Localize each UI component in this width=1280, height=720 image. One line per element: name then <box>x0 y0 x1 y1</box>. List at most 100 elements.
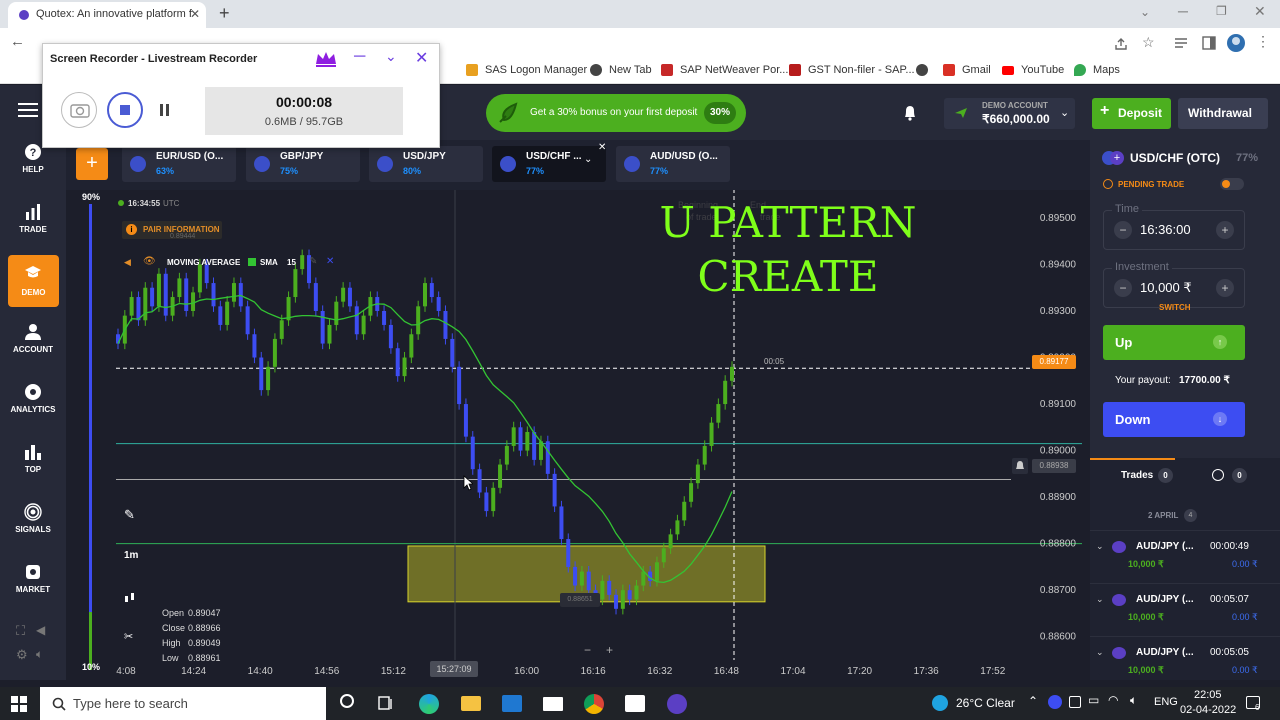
sidebar-item-demo[interactable]: DEMO <box>8 255 59 307</box>
recorder-minimize-icon[interactable]: ─ <box>354 48 365 66</box>
browser-tab[interactable]: Quotex: An innovative platform f ✕ <box>8 2 206 28</box>
settings-gear-icon[interactable]: ⚙ <box>16 647 28 663</box>
chevron-down-icon[interactable]: ⌄ <box>1096 541 1104 552</box>
taskbar-clock-date[interactable]: 02-04-2022 <box>1180 704 1236 716</box>
battery-icon[interactable]: ▭ <box>1088 693 1099 707</box>
crown-icon[interactable] <box>314 50 338 68</box>
chrome-icon[interactable] <box>584 694 604 714</box>
indicator-collapse-icon[interactable]: ◀ <box>124 257 131 268</box>
windows-start-icon[interactable] <box>11 696 27 712</box>
tab-search-icon[interactable]: ⌄ <box>1140 5 1150 19</box>
switch-currency-link[interactable]: SWITCH <box>1159 303 1191 312</box>
drawing-tools-icon[interactable]: ✂ <box>124 630 133 643</box>
recorder-close-icon[interactable]: ✕ <box>415 48 428 68</box>
chevron-down-icon[interactable]: ⌄ <box>1096 647 1104 658</box>
add-asset-button[interactable]: + <box>76 148 108 180</box>
asset-tab-gbpjpy[interactable]: GBP/JPY 75% <box>246 146 360 182</box>
bonus-banner[interactable]: Get a 30% bonus on your first deposit 30… <box>486 94 746 132</box>
trade-row[interactable]: ⌄ AUD/JPY (... 00:05:05 10,000 ₹ 0.00 ₹ <box>1090 636 1280 680</box>
notification-bell-icon[interactable] <box>903 105 917 121</box>
photos-icon[interactable] <box>625 695 645 712</box>
close-tab-icon[interactable]: ✕ <box>190 7 200 21</box>
up-button[interactable]: Up ↑ <box>1103 325 1245 360</box>
taskbar-search-box[interactable]: Type here to search <box>40 687 326 720</box>
sidebar-item-help[interactable]: ? HELP <box>0 143 66 199</box>
task-view-icon[interactable] <box>378 696 394 710</box>
sidebar-item-analytics[interactable]: ANALYTICS <box>0 383 66 439</box>
bookmark-star-icon[interactable]: ☆ <box>1142 34 1155 51</box>
close-window-icon[interactable]: ✕ <box>1254 3 1266 20</box>
selected-asset-name[interactable]: USD/CHF (OTC) <box>1130 151 1220 165</box>
sidebar-item-signals[interactable]: SIGNALS <box>0 503 66 559</box>
profile-avatar[interactable] <box>1226 33 1246 53</box>
file-explorer-icon[interactable] <box>461 696 481 711</box>
screenshot-button[interactable] <box>61 92 97 128</box>
chart-zoom-out-button[interactable]: − <box>584 643 591 657</box>
input-language[interactable]: ENG <box>1154 696 1178 708</box>
price-alert-bell-icon[interactable] <box>1012 458 1028 474</box>
down-button[interactable]: Down ↓ <box>1103 402 1245 437</box>
sidebar-item-market[interactable]: MARKET <box>0 563 66 619</box>
new-tab-button[interactable]: + <box>219 3 230 24</box>
bookmark-sas[interactable]: SAS Logon Manager <box>485 64 587 76</box>
investment-field[interactable]: Investment − 10,000 ₹ + <box>1103 261 1245 308</box>
weather-text[interactable]: 26°C Clear <box>956 696 1015 710</box>
trades-tab-label[interactable]: Trades <box>1121 470 1153 481</box>
recorder-collapse-icon[interactable]: ⌄ <box>385 48 397 65</box>
store-icon[interactable] <box>502 695 522 712</box>
stop-recording-button[interactable] <box>107 92 143 128</box>
recorder-taskbar-icon[interactable] <box>667 694 687 714</box>
bookmark-gmail[interactable]: Gmail <box>962 64 991 76</box>
timeframe-selector[interactable]: 1m <box>124 550 138 561</box>
bookmark-gst[interactable]: GST Non-filer - SAP... <box>808 64 915 76</box>
zoom-slider-track[interactable] <box>89 204 92 612</box>
account-switcher[interactable]: DEMO ACCOUNT ₹660,000.00 ⌄ <box>944 98 1075 129</box>
withdrawal-button[interactable]: Withdrawal <box>1178 98 1268 129</box>
asset-tab-eurusd[interactable]: EUR/USD (O... 63% <box>122 146 236 182</box>
pencil-draw-icon[interactable]: ✎ <box>124 507 135 523</box>
sidebar-item-account[interactable]: ACCOUNT <box>0 323 66 379</box>
volume-icon[interactable]: 🔈︎ <box>1130 693 1137 708</box>
tray-chevron-up-icon[interactable]: ⌃ <box>1028 694 1038 708</box>
trade-row[interactable]: ⌄ AUD/JPY (... 00:00:49 10,000 ₹ 0.00 ₹ <box>1090 530 1280 582</box>
investment-decrease-button[interactable]: − <box>1114 279 1132 297</box>
sidepanel-icon[interactable] <box>1202 36 1216 50</box>
time-decrease-button[interactable]: − <box>1114 221 1132 239</box>
maximize-window-icon[interactable]: ❐ <box>1216 4 1227 18</box>
wifi-icon[interactable]: ◠ <box>1108 693 1118 707</box>
sidebar-item-trade[interactable]: TRADE <box>0 203 66 259</box>
eye-icon[interactable]: 👁︎ <box>143 256 156 267</box>
share-icon[interactable] <box>1114 37 1128 51</box>
time-field[interactable]: Time − 16:36:00 + <box>1103 203 1245 250</box>
hamburger-menu-icon[interactable] <box>18 103 38 105</box>
bookmark-new-tab[interactable]: New Tab <box>609 64 652 76</box>
chevron-down-icon[interactable]: ⌄ <box>584 154 592 165</box>
asset-tab-usdchf[interactable]: USD/CHF ... 77% ⌄ ✕ <box>492 142 606 182</box>
bookmark-sap-netweaver[interactable]: SAP NetWeaver Por... <box>680 64 788 76</box>
minimize-window-icon[interactable]: ─ <box>1178 3 1188 19</box>
chart-zoom-in-button[interactable]: + <box>606 643 613 657</box>
weather-icon[interactable] <box>932 695 948 711</box>
tray-device-icon[interactable] <box>1069 696 1081 708</box>
bookmark-youtube[interactable]: YouTube <box>1021 64 1064 76</box>
investment-increase-button[interactable]: + <box>1216 279 1234 297</box>
close-asset-tab-icon[interactable]: ✕ <box>598 142 606 153</box>
asset-tab-audusd[interactable]: AUD/USD (O... 77% <box>616 146 730 182</box>
time-increase-button[interactable]: + <box>1216 221 1234 239</box>
mail-icon[interactable] <box>543 697 563 711</box>
edit-indicator-icon[interactable]: ✎ <box>309 256 317 267</box>
fullscreen-icon[interactable]: ⛶ <box>16 623 25 639</box>
deposit-button[interactable]: + Deposit <box>1092 98 1171 129</box>
price-chart[interactable]: 0.895000.894000.893000.892000.891000.890… <box>66 190 1090 680</box>
remove-indicator-icon[interactable]: ✕ <box>326 256 334 267</box>
bookmark-maps[interactable]: Maps <box>1093 64 1120 76</box>
edge-browser-icon[interactable] <box>419 694 439 714</box>
sound-icon[interactable]: 🔈︎ <box>36 647 43 662</box>
pending-trade-toggle[interactable] <box>1220 178 1244 190</box>
chart-type-icon[interactable] <box>124 591 136 603</box>
asset-tab-usdjpy[interactable]: USD/JPY 80% <box>369 146 483 182</box>
history-clock-icon[interactable] <box>1212 469 1224 481</box>
cortana-icon[interactable] <box>340 694 354 708</box>
tray-app-icon[interactable] <box>1048 695 1062 709</box>
trade-row[interactable]: ⌄ AUD/JPY (... 00:05:07 10,000 ₹ 0.00 ₹ <box>1090 583 1280 635</box>
